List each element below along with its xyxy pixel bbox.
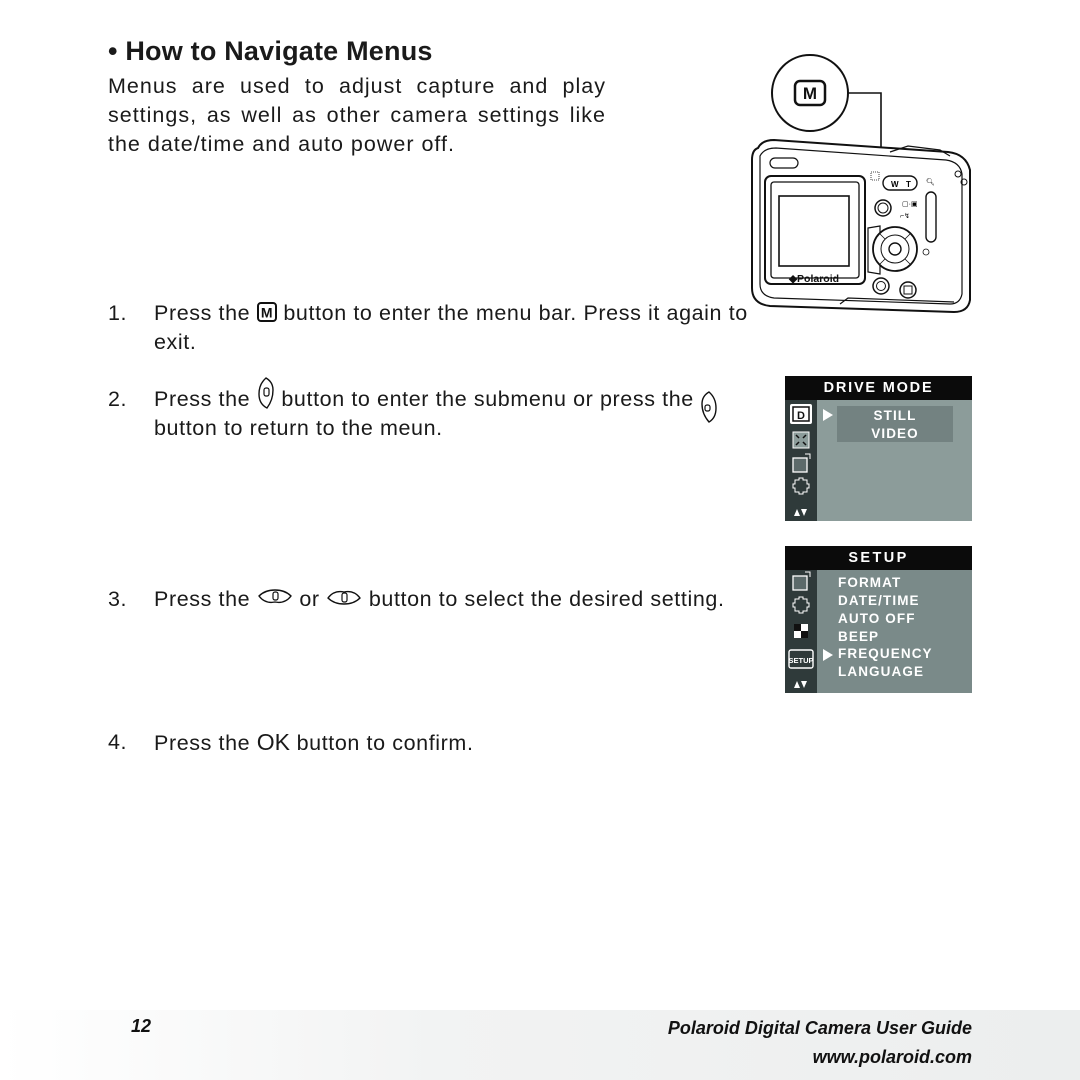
page-number: 12 bbox=[131, 1016, 152, 1036]
up-arrow-button-icon bbox=[257, 589, 292, 604]
menu-header: DRIVE MODE bbox=[785, 376, 972, 400]
settings-gear-icon bbox=[792, 596, 810, 614]
menu-button bbox=[872, 277, 890, 295]
setup-option-beep[interactable]: BEEP bbox=[838, 629, 879, 644]
step-text: Press the OK button to confirm. bbox=[154, 729, 474, 755]
right-arrow-button-icon bbox=[258, 377, 274, 410]
setup-option-format[interactable]: FORMAT bbox=[838, 575, 901, 590]
intro-paragraph: Menus are used to adjust capture and pla… bbox=[108, 74, 606, 156]
svg-text:W: W bbox=[891, 180, 899, 189]
svg-text:T: T bbox=[906, 180, 911, 189]
format-icon bbox=[792, 453, 811, 473]
setup-icon: SETUP bbox=[788, 649, 814, 669]
svg-text:SETUP: SETUP bbox=[788, 656, 813, 665]
website-link[interactable]: www.polaroid.com bbox=[813, 1047, 972, 1068]
menu-sidebar: D bbox=[785, 400, 817, 521]
camera-illustration: M ◆Polaroid W T ▢·▣ ⌐↯ 🔍︎ bbox=[751, 54, 971, 314]
title-text: How to Navigate Menus bbox=[125, 36, 433, 66]
selection-arrow-icon bbox=[823, 409, 833, 421]
capture-size-icon bbox=[792, 431, 810, 449]
brand-logo: ◆Polaroid bbox=[788, 273, 839, 285]
menu-sidebar: SETUP bbox=[785, 570, 817, 693]
checker-icon bbox=[794, 624, 808, 638]
step-3: 3. Press the or button to select the des… bbox=[108, 585, 768, 645]
step-number: 2. bbox=[108, 387, 128, 411]
submenu-option-video[interactable]: VIDEO bbox=[837, 426, 953, 441]
format-icon bbox=[792, 571, 811, 591]
step-number: 1. bbox=[108, 301, 128, 325]
step-text: Press the button to enter the submenu or… bbox=[154, 377, 758, 443]
callout-m-label: M bbox=[803, 84, 817, 103]
drive-mode-icon: D bbox=[790, 404, 812, 424]
setup-option-language[interactable]: LANGUAGE bbox=[838, 664, 924, 679]
step-1: 1. Press the M button to enter the menu … bbox=[108, 299, 768, 359]
setup-menu: SETUP SETUP FORMAT DATE/TIME AUTO OFF BE… bbox=[785, 546, 972, 693]
step-2: 2. Press the button to enter the submenu… bbox=[108, 377, 768, 455]
step-text: Press the M button to enter the menu bar… bbox=[154, 301, 748, 354]
svg-text:M: M bbox=[261, 305, 273, 321]
step-4: 4. Press the OK button to confirm. bbox=[108, 728, 768, 758]
setup-option-auto-off[interactable]: AUTO OFF bbox=[838, 611, 916, 626]
up-down-arrows-icon bbox=[794, 681, 807, 688]
selection-arrow-icon bbox=[823, 649, 833, 661]
page-footer: 12 Polaroid Digital Camera User Guide ww… bbox=[0, 1010, 1080, 1080]
svg-text:🔍︎: 🔍︎ bbox=[926, 178, 935, 186]
setup-option-date-time[interactable]: DATE/TIME bbox=[838, 593, 920, 608]
guide-title: Polaroid Digital Camera User Guide bbox=[667, 1018, 972, 1038]
left-arrow-button-icon bbox=[701, 391, 718, 424]
zoom-rocker bbox=[882, 175, 918, 191]
svg-text:D: D bbox=[797, 410, 805, 422]
svg-text:▢·▣: ▢·▣ bbox=[902, 201, 918, 208]
mode-button bbox=[874, 199, 892, 217]
setup-option-frequency[interactable]: FREQUENCY bbox=[838, 646, 933, 661]
step-text: Press the or button to select the desire… bbox=[154, 587, 725, 611]
title-bullet: • bbox=[108, 36, 118, 66]
display-button bbox=[899, 281, 917, 299]
step-number: 4. bbox=[108, 730, 128, 754]
section-title: • How to Navigate Menus bbox=[108, 36, 433, 67]
up-down-arrows-icon bbox=[794, 509, 807, 516]
mode-indicator bbox=[769, 157, 799, 169]
ok-button-label: OK bbox=[256, 729, 291, 755]
menu-header: SETUP bbox=[785, 546, 972, 570]
lcd-screen bbox=[778, 195, 850, 267]
step-number: 3. bbox=[108, 587, 128, 611]
svg-text:⌐↯: ⌐↯ bbox=[900, 212, 910, 220]
submenu-option-still[interactable]: STILL bbox=[837, 408, 953, 423]
ok-button bbox=[888, 242, 902, 256]
menu-m-button-icon: M bbox=[256, 302, 277, 323]
drive-mode-menu: DRIVE MODE D STILL VIDEO bbox=[785, 376, 972, 521]
settings-gear-icon bbox=[792, 477, 810, 495]
down-arrow-button-icon bbox=[327, 591, 362, 606]
